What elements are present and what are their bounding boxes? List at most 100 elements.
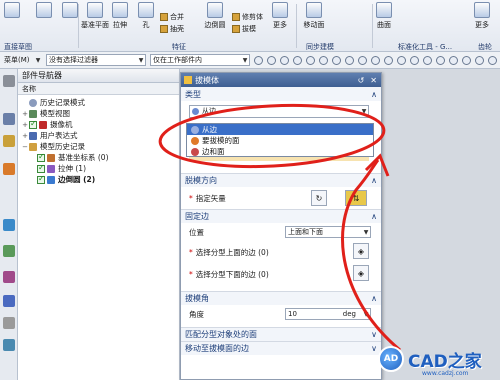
unite-button[interactable]: 合并 xyxy=(160,12,184,22)
tree-item-edge-blend[interactable]: 边倒圆 (2) xyxy=(21,174,179,185)
snap-icon[interactable] xyxy=(293,55,302,65)
option-from-edges[interactable]: 从边 xyxy=(187,124,373,135)
draft-icon xyxy=(184,76,192,84)
reset-icon[interactable]: ↺ xyxy=(358,76,365,85)
group-sync-modeling: 同步建模 xyxy=(306,43,334,51)
snap-icon[interactable] xyxy=(345,55,354,65)
gear-icon[interactable] xyxy=(3,75,15,87)
option-edges-and-faces[interactable]: 边和面 xyxy=(187,146,373,157)
curve-button[interactable] xyxy=(62,2,78,20)
move-section-title: 移动至拔模面的边 xyxy=(185,344,249,353)
extrude-button[interactable]: 拉伸 xyxy=(112,2,128,30)
visibility-checkbox[interactable] xyxy=(29,119,37,129)
sketch-icon xyxy=(4,2,20,18)
menu-button[interactable]: 菜单(M) ▼ xyxy=(2,54,42,66)
expand-icon[interactable]: + xyxy=(21,132,29,140)
snap-icon[interactable] xyxy=(488,55,497,65)
more-button[interactable]: 更多 xyxy=(474,2,490,30)
tree-item-model-history[interactable]: − 模型历史记录 xyxy=(21,141,179,152)
snap-icon[interactable] xyxy=(254,55,263,65)
select-edge-icon[interactable]: ◈ xyxy=(353,243,369,259)
shell-button[interactable]: 抽壳 xyxy=(160,24,184,34)
hole-button[interactable]: 孔 xyxy=(138,2,154,30)
chevron-down-icon: ▼ xyxy=(35,56,41,64)
scope-select[interactable]: 仅在工作部件内 ▼ xyxy=(150,54,250,66)
close-icon[interactable]: ✕ xyxy=(370,76,377,85)
type-select[interactable]: 从边 ▼ xyxy=(189,104,369,118)
snap-icon[interactable] xyxy=(384,55,393,65)
snap-icon[interactable] xyxy=(436,55,445,65)
sketch-button[interactable] xyxy=(4,2,20,20)
extrude-icon xyxy=(112,2,128,18)
reuse-library-icon[interactable] xyxy=(3,163,15,175)
type-section-title: 类型 xyxy=(185,89,201,99)
column-header[interactable]: 名称 xyxy=(18,83,179,95)
more-features-button[interactable]: 更多 xyxy=(272,2,288,30)
snap-icon[interactable] xyxy=(410,55,419,65)
angle-unit: deg xyxy=(342,310,356,318)
snap-icon[interactable] xyxy=(462,55,471,65)
snap-icon[interactable] xyxy=(449,55,458,65)
from-edges-icon xyxy=(192,107,199,115)
history-icon[interactable] xyxy=(3,219,15,231)
snap-icon[interactable] xyxy=(306,55,315,65)
clock-icon xyxy=(29,98,37,107)
type-filter-select[interactable]: 没有选择过滤器 ▼ xyxy=(46,54,146,66)
tree-item-model-views[interactable]: + 模型视图 xyxy=(21,108,179,119)
visibility-checkbox[interactable] xyxy=(37,163,45,173)
web-browser-icon[interactable] xyxy=(3,245,15,257)
snap-icon[interactable] xyxy=(371,55,380,65)
fixed-edge-section-header[interactable]: 固定边 ∧ xyxy=(181,209,381,223)
tree-item-extrude[interactable]: 拉伸 (1) xyxy=(21,163,179,174)
chevron-up-icon: ∧ xyxy=(371,89,377,99)
snap-icon[interactable] xyxy=(358,55,367,65)
visibility-checkbox[interactable] xyxy=(37,174,45,184)
snap-icon[interactable] xyxy=(475,55,484,65)
folder-icon xyxy=(29,142,37,151)
position-select[interactable]: 上面和下面 ▼ xyxy=(285,226,371,238)
draft-button[interactable]: 拔模 xyxy=(232,24,256,34)
tree-label: 历史记录模式 xyxy=(40,98,85,107)
tree-item-user-expressions[interactable]: + 用户表达式 xyxy=(21,130,179,141)
reverse-direction-icon[interactable]: ↻ xyxy=(311,190,327,206)
match-section-header[interactable]: 匹配分型对象处的面 ∨ xyxy=(181,327,381,341)
system-materials-icon[interactable] xyxy=(3,295,15,307)
angle-input[interactable]: 10 deg ▼ xyxy=(285,308,371,320)
move-face-button[interactable]: 移动面 xyxy=(300,2,328,30)
tree-item-cameras[interactable]: + 摄像机 xyxy=(21,119,179,130)
manufacturing-wizards-icon[interactable] xyxy=(3,339,15,351)
dialog-title-bar[interactable]: 拔模体 ↺ ✕ xyxy=(181,73,381,87)
snap-icon[interactable] xyxy=(423,55,432,65)
trim-body-button[interactable]: 修剪体 xyxy=(232,12,263,22)
draft-angle-section-header[interactable]: 拔模角 ∧ xyxy=(181,291,381,305)
select-edge-icon[interactable]: ◈ xyxy=(353,265,369,281)
camera-icon xyxy=(39,120,47,129)
datum-plane-button[interactable]: 基准平面 xyxy=(80,2,110,30)
vector-row: * 指定矢量 ↻ ⇅ xyxy=(181,187,381,209)
line-button[interactable] xyxy=(36,2,52,20)
option-faces-to-draft[interactable]: 要拔模的面 xyxy=(187,135,373,146)
group-direct-sketch: 直接草图 xyxy=(4,43,32,51)
draft-body-dialog: 拔模体 ↺ ✕ 类型 ∧ 从边 ▼ 脱模方向 ∧ * 指定矢量 ↻ ⇅ 固定边 … xyxy=(180,72,382,380)
snap-icon[interactable] xyxy=(280,55,289,65)
expand-icon[interactable]: + xyxy=(21,110,29,118)
process-studio-icon[interactable] xyxy=(3,317,15,329)
part-navigator-icon[interactable] xyxy=(3,135,15,147)
snap-icon[interactable] xyxy=(319,55,328,65)
direction-section-header[interactable]: 脱模方向 ∧ xyxy=(181,173,381,187)
snap-icon[interactable] xyxy=(267,55,276,65)
visibility-checkbox[interactable] xyxy=(37,152,45,162)
snap-icon[interactable] xyxy=(332,55,341,65)
collapse-icon[interactable]: − xyxy=(21,143,29,151)
snap-icon[interactable] xyxy=(397,55,406,65)
expand-icon[interactable]: + xyxy=(21,121,29,129)
tree-item-history-mode[interactable]: 历史记录模式 xyxy=(21,97,179,108)
tree-item-datum-csys[interactable]: 基准坐标系 (0) xyxy=(21,152,179,163)
assembly-navigator-icon[interactable] xyxy=(3,113,15,125)
move-section-header[interactable]: 移动至拔模面的边 ∨ xyxy=(181,341,381,355)
roles-icon[interactable] xyxy=(3,271,15,283)
type-section-header[interactable]: 类型 ∧ xyxy=(181,87,381,101)
edge-blend-button[interactable]: 边倒圆 xyxy=(202,2,228,30)
vector-dialog-button[interactable]: ⇅ xyxy=(345,190,367,206)
surface-button[interactable]: 曲面 xyxy=(376,2,392,30)
